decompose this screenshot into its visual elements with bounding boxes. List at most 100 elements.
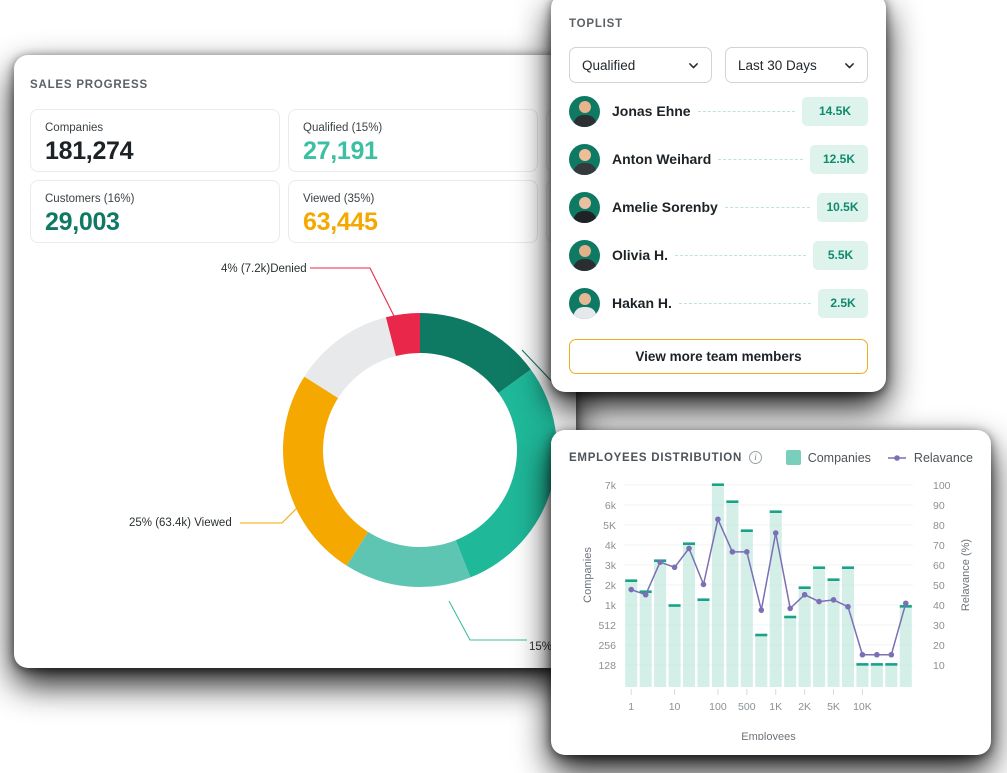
y2-tick-label: 30 (933, 620, 945, 632)
list-item[interactable]: Anton Weihard 12.5K (569, 135, 868, 183)
bar[interactable] (870, 664, 883, 687)
y-tick-label: 512 (598, 620, 616, 632)
period-filter-select[interactable]: Last 30 Days (725, 47, 868, 83)
kpi-card-qualified[interactable]: Qualified (15%) 27,191 (288, 109, 538, 172)
relevance-point[interactable] (657, 559, 663, 565)
bar[interactable] (683, 544, 696, 687)
kpi-card-customers[interactable]: Customers (16%) 29,003 (30, 180, 280, 243)
chevron-down-icon (845, 62, 854, 68)
relevance-point[interactable] (729, 549, 736, 555)
bar[interactable] (769, 512, 782, 687)
y2-tick-label: 60 (933, 560, 945, 572)
view-more-team-members-button[interactable]: View more team members (569, 339, 868, 374)
bar[interactable] (654, 561, 667, 687)
y2-tick-label: 70 (933, 540, 945, 552)
bar-cap (726, 500, 739, 503)
bar[interactable] (639, 592, 652, 687)
list-item[interactable]: Olivia H. 5.5K (569, 231, 868, 279)
relevance-point[interactable] (686, 545, 692, 552)
relevance-point[interactable] (845, 603, 851, 610)
member-name: Anton Weihard (612, 151, 712, 167)
list-item[interactable]: Hakan H. 2.5K (569, 279, 868, 327)
bar-cap (784, 615, 797, 619)
bar[interactable] (841, 568, 854, 687)
bar-cap (827, 578, 840, 581)
relevance-point[interactable] (859, 651, 866, 658)
relevance-point[interactable] (744, 549, 750, 555)
avatar (569, 239, 600, 271)
bar[interactable] (625, 581, 638, 687)
y2-tick-label: 10 (933, 660, 945, 672)
bar[interactable] (885, 664, 898, 687)
bar[interactable] (798, 588, 811, 687)
connector-dashes (724, 206, 810, 208)
bar[interactable] (856, 664, 869, 687)
avatar (569, 287, 600, 319)
chart-legend: Companies Relavance (785, 450, 973, 465)
relevance-point[interactable] (874, 651, 880, 658)
donut-label-bottom: 15% (529, 641, 553, 653)
list-item[interactable]: Jonas Ehne 14.5K (569, 87, 868, 135)
toplist-member-list: Jonas Ehne 14.5K Anton Weihard 12.5K Amelie … (569, 87, 868, 327)
bar-cap (798, 586, 811, 589)
legend-item-relavance[interactable]: Relavance (887, 451, 973, 465)
period-filter-value: Last 30 Days (738, 57, 817, 73)
y-tick-label: 1k (605, 600, 617, 612)
kpi-label: Qualified (15%) (303, 122, 383, 134)
x-tick-label: 500 (738, 701, 756, 713)
relevance-point[interactable] (888, 651, 895, 658)
line-marker-icon (887, 454, 906, 461)
y-tick-label: 3k (605, 560, 617, 572)
bar-cap (885, 663, 898, 666)
relevance-point[interactable] (787, 605, 793, 612)
legend-item-companies[interactable]: Companies (785, 450, 871, 465)
chart-title: EMPLOYEES DISTRIBUTION (569, 451, 743, 464)
bar[interactable] (813, 568, 826, 687)
y2-tick-label: 40 (933, 600, 945, 612)
employees-distribution-panel: EMPLOYEES DISTRIBUTION i Companies Relav… (551, 430, 991, 755)
toplist-title: TOPLIST (569, 18, 623, 30)
x-tick-label: 10 (669, 701, 681, 713)
kpi-card-companies[interactable]: Companies 181,274 (30, 109, 280, 172)
legend-label: Companies (807, 450, 871, 465)
relevance-point[interactable] (642, 591, 649, 598)
relevance-point[interactable] (628, 586, 635, 593)
relevance-point[interactable] (801, 591, 808, 598)
relevance-point[interactable] (816, 598, 822, 605)
relevance-point[interactable] (772, 530, 779, 536)
list-item[interactable]: Amelie Sorenby 10.5K (569, 183, 868, 231)
relevance-point[interactable] (700, 581, 707, 588)
kpi-card-viewed[interactable]: Viewed (35%) 63,445 (288, 180, 538, 243)
score-badge: 10.5K (817, 192, 868, 222)
member-name: Olivia H. (612, 247, 669, 263)
bar[interactable] (827, 580, 840, 687)
avatar-head (578, 148, 591, 161)
relevance-point[interactable] (671, 564, 678, 571)
bar-cap (769, 510, 782, 513)
y2-tick-label: 80 (933, 520, 945, 532)
bar[interactable] (755, 635, 768, 687)
status-filter-select[interactable]: Qualified (569, 47, 712, 83)
relevance-point[interactable] (902, 600, 909, 607)
y-tick-label: 7k (605, 480, 617, 492)
bar[interactable] (697, 600, 710, 687)
bar-cap (683, 542, 696, 545)
bar-cap (711, 483, 724, 486)
x-axis-title: Employees (741, 731, 796, 740)
bar[interactable] (668, 605, 681, 687)
x-tick-label: 10K (853, 701, 872, 713)
toplist-filters: Qualified Last 30 Days (569, 47, 868, 83)
relevance-point[interactable] (758, 607, 765, 613)
relevance-point[interactable] (715, 516, 721, 523)
bar[interactable] (711, 485, 724, 687)
kpi-value: 27,191 (303, 137, 378, 165)
toplist-panel: TOPLIST Qualified Last 30 Days Jonas Ehn… (551, 0, 886, 392)
kpi-value: 181,274 (45, 137, 134, 165)
y-tick-label: 128 (598, 660, 616, 672)
y-tick-label: 2k (605, 580, 617, 592)
bar[interactable] (726, 502, 739, 687)
avatar-body (573, 210, 596, 223)
info-icon[interactable]: i (749, 451, 763, 464)
relevance-point[interactable] (830, 597, 837, 603)
bar[interactable] (784, 617, 797, 687)
